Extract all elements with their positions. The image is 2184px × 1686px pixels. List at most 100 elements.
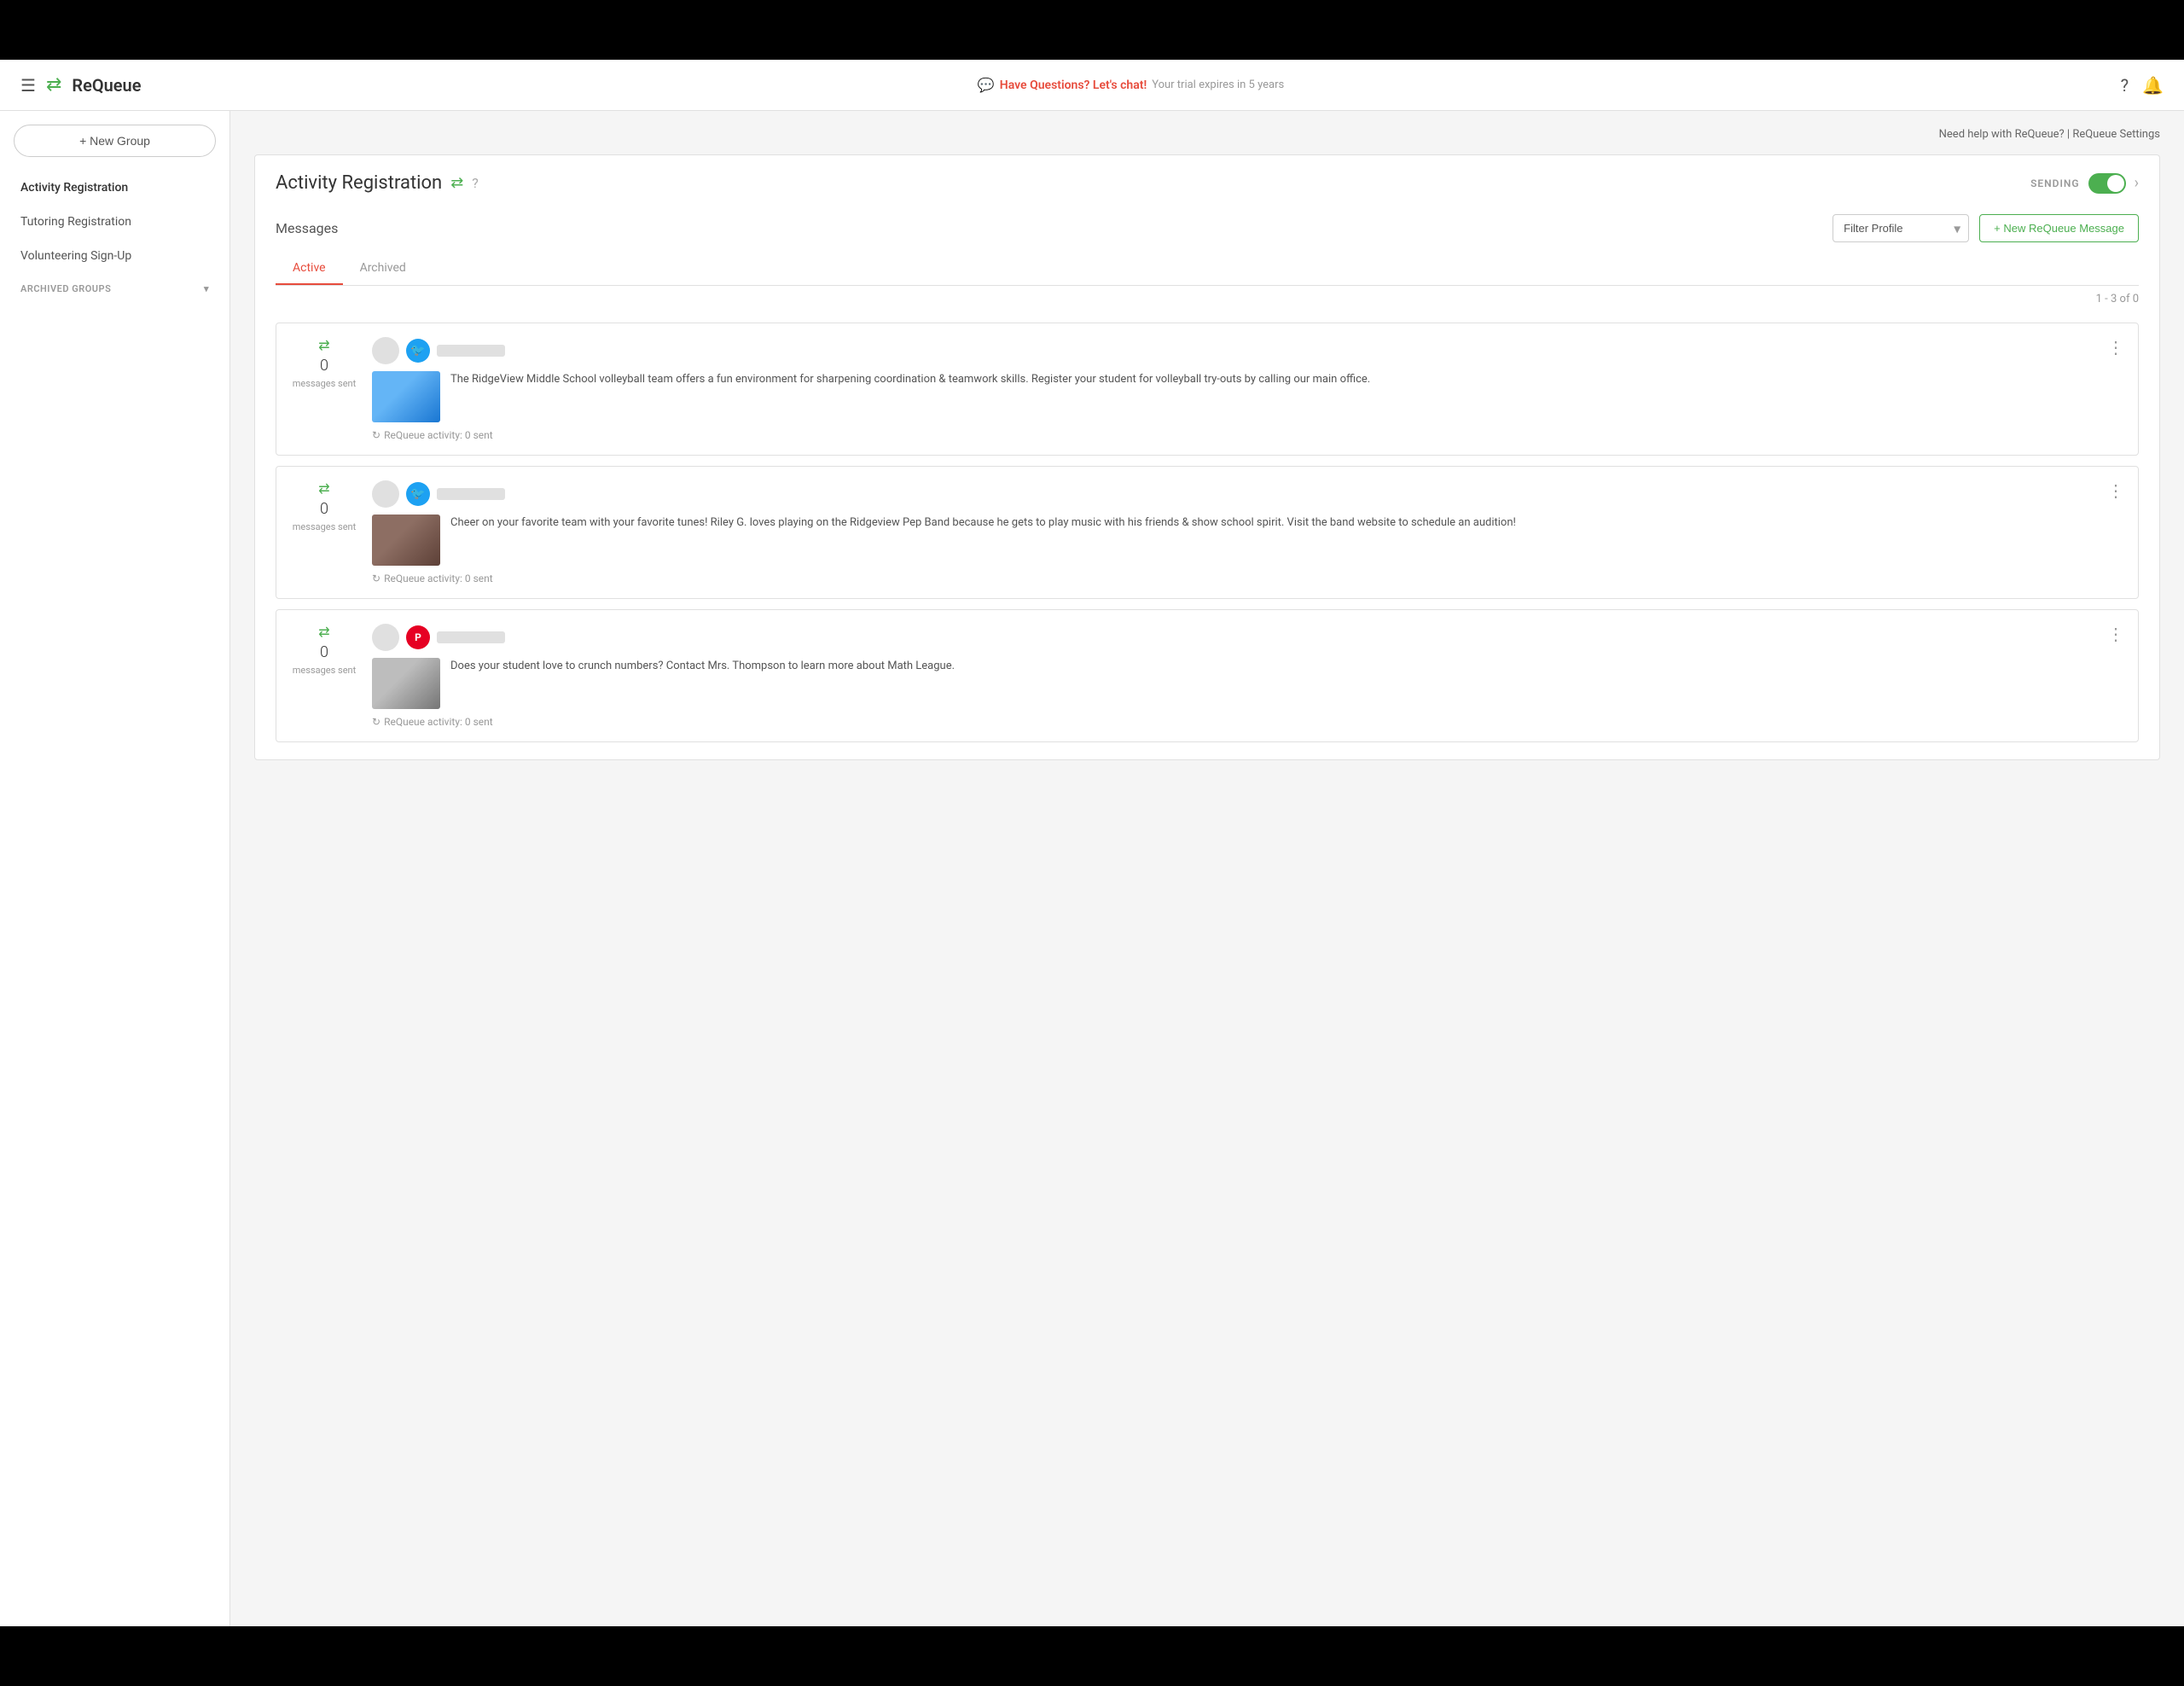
avatar-1 bbox=[372, 337, 399, 364]
message-text-3: Does your student love to crunch numbers… bbox=[450, 658, 955, 709]
top-links: Need help with ReQueue? | ReQueue Settin… bbox=[254, 128, 2160, 141]
requeue-activity-text-3: ReQueue activity: 0 sent bbox=[384, 716, 493, 728]
message-left-3: ⇄ 0 messages sent bbox=[290, 624, 358, 676]
twitter-badge-1: 🐦 bbox=[406, 339, 430, 363]
message-body-3: P Does your student love to crunch numbe… bbox=[372, 624, 2124, 728]
requeue-activity-2: ↻ ReQueue activity: 0 sent bbox=[372, 573, 2124, 584]
shuffle-icon[interactable]: ⇄ bbox=[450, 174, 463, 192]
sidebar-item-activity-registration[interactable]: Activity Registration bbox=[0, 171, 229, 205]
hamburger-icon[interactable]: ☰ bbox=[20, 75, 36, 96]
group-chevron-right[interactable]: › bbox=[2135, 174, 2139, 192]
sidebar-item-tutoring-registration[interactable]: Tutoring Registration bbox=[0, 205, 229, 239]
handle-2 bbox=[437, 488, 505, 500]
requeue-icon-2: ↻ bbox=[372, 573, 380, 584]
shuffle-icon-2: ⇄ bbox=[318, 480, 329, 497]
logo-icon: ⇄ bbox=[46, 74, 61, 96]
requeue-activity-text-2: ReQueue activity: 0 sent bbox=[384, 573, 493, 584]
requeue-activity-1: ↻ ReQueue activity: 0 sent bbox=[372, 429, 2124, 441]
sending-toggle[interactable] bbox=[2088, 173, 2126, 194]
message-text-2: Cheer on your favorite team with your fa… bbox=[450, 515, 1516, 566]
msg-count-2: 0 bbox=[320, 500, 328, 518]
sending-area: SENDING › bbox=[2030, 173, 2139, 194]
avatar-2 bbox=[372, 480, 399, 508]
twitter-badge-2: 🐦 bbox=[406, 482, 430, 506]
message-content-3: Does your student love to crunch numbers… bbox=[372, 658, 2124, 709]
main-content: Need help with ReQueue? | ReQueue Settin… bbox=[230, 111, 2184, 1626]
new-group-button[interactable]: + New Group bbox=[14, 125, 216, 157]
message-item-2: ⇄ 0 messages sent 🐦 Cheer on your favori… bbox=[276, 466, 2139, 599]
shuffle-icon-3: ⇄ bbox=[318, 624, 329, 640]
sending-label: SENDING bbox=[2030, 177, 2080, 189]
message-left-1: ⇄ 0 messages sent bbox=[290, 337, 358, 389]
requeue-icon-1: ↻ bbox=[372, 429, 380, 441]
msg-sent-label-3: messages sent bbox=[293, 665, 356, 676]
chat-link[interactable]: Have Questions? Let's chat! bbox=[1000, 78, 1147, 92]
shuffle-icon-1: ⇄ bbox=[318, 337, 329, 353]
filter-wrapper: Filter Profile bbox=[1833, 214, 1969, 242]
tab-archived[interactable]: Archived bbox=[343, 253, 423, 285]
archived-groups-label: ARCHIVED GROUPS bbox=[20, 283, 111, 294]
message-body-1: 🐦 The RidgeView Middle School volleyball… bbox=[372, 337, 2124, 441]
app-title: ReQueue bbox=[72, 75, 141, 96]
more-button-1[interactable]: ⋮ bbox=[2104, 334, 2128, 362]
settings-link[interactable]: ReQueue Settings bbox=[2072, 128, 2160, 141]
messages-title: Messages bbox=[276, 220, 338, 236]
archived-groups-chevron: ▾ bbox=[204, 283, 209, 294]
header-center: 💬 Have Questions? Let's chat! Your trial… bbox=[141, 77, 2120, 93]
msg-count-1: 0 bbox=[320, 357, 328, 375]
chat-bubble-icon: 💬 bbox=[978, 77, 995, 93]
message-content-1: The RidgeView Middle School volleyball t… bbox=[372, 371, 2124, 422]
header-left: ☰ ⇄ ReQueue bbox=[20, 74, 141, 96]
messages-actions: Filter Profile + New ReQueue Message bbox=[1833, 214, 2139, 242]
filter-profile-select[interactable]: Filter Profile bbox=[1833, 214, 1969, 242]
more-button-3[interactable]: ⋮ bbox=[2104, 620, 2128, 648]
msg-sent-label-1: messages sent bbox=[293, 378, 356, 389]
main-header: ☰ ⇄ ReQueue 💬 Have Questions? Let's chat… bbox=[0, 60, 2184, 111]
handle-3 bbox=[437, 631, 505, 643]
avatar-3 bbox=[372, 624, 399, 651]
thumbnail-3 bbox=[372, 658, 440, 709]
pinterest-badge-3: P bbox=[406, 625, 430, 649]
message-left-2: ⇄ 0 messages sent bbox=[290, 480, 358, 532]
message-content-2: Cheer on your favorite team with your fa… bbox=[372, 515, 2124, 566]
more-button-2[interactable]: ⋮ bbox=[2104, 477, 2128, 505]
message-body-2: 🐦 Cheer on your favorite team with your … bbox=[372, 480, 2124, 584]
messages-section: Messages Filter Profile + New ReQueue Me… bbox=[276, 214, 2139, 742]
group-card: Activity Registration ⇄ ? SENDING › Mess… bbox=[254, 154, 2160, 760]
requeue-activity-text-1: ReQueue activity: 0 sent bbox=[384, 429, 493, 441]
message-text-1: The RidgeView Middle School volleyball t… bbox=[450, 371, 1370, 422]
group-title-area: Activity Registration ⇄ ? bbox=[276, 172, 479, 194]
help-icon[interactable]: ? bbox=[2121, 75, 2129, 96]
pagination-info: 1 - 3 of 0 bbox=[276, 286, 2139, 312]
thumbnail-1 bbox=[372, 371, 440, 422]
trial-text: Your trial expires in 5 years bbox=[1152, 78, 1284, 91]
group-help-icon[interactable]: ? bbox=[472, 175, 479, 191]
msg-sent-label-2: messages sent bbox=[293, 521, 356, 532]
msg-count-3: 0 bbox=[320, 643, 328, 661]
bottom-bar bbox=[0, 1626, 2184, 1686]
sidebar-item-volunteering-signup[interactable]: Volunteering Sign-Up bbox=[0, 239, 229, 273]
header-right: ? 🔔 bbox=[2121, 75, 2164, 96]
archived-groups[interactable]: ARCHIVED GROUPS ▾ bbox=[0, 273, 229, 305]
tab-active[interactable]: Active bbox=[276, 253, 343, 285]
top-bar bbox=[0, 0, 2184, 60]
message-item: ⇄ 0 messages sent 🐦 The RidgeView Middle bbox=[276, 323, 2139, 456]
new-message-button[interactable]: + New ReQueue Message bbox=[1979, 214, 2139, 242]
sidebar-nav: Activity Registration Tutoring Registrat… bbox=[0, 171, 229, 273]
tabs: Active Archived bbox=[276, 253, 2139, 286]
sidebar: + New Group Activity Registration Tutori… bbox=[0, 111, 230, 1626]
bell-icon[interactable]: 🔔 bbox=[2142, 75, 2164, 96]
thumbnail-2 bbox=[372, 515, 440, 566]
message-meta-2: 🐦 bbox=[372, 480, 2124, 508]
app-layout: + New Group Activity Registration Tutori… bbox=[0, 111, 2184, 1626]
messages-header: Messages Filter Profile + New ReQueue Me… bbox=[276, 214, 2139, 242]
message-meta-3: P bbox=[372, 624, 2124, 651]
help-link[interactable]: Need help with ReQueue? bbox=[1939, 128, 2065, 141]
handle-1 bbox=[437, 345, 505, 357]
group-header: Activity Registration ⇄ ? SENDING › bbox=[276, 172, 2139, 194]
requeue-icon-3: ↻ bbox=[372, 716, 380, 728]
requeue-activity-3: ↻ ReQueue activity: 0 sent bbox=[372, 716, 2124, 728]
group-title: Activity Registration bbox=[276, 172, 442, 194]
message-meta-1: 🐦 bbox=[372, 337, 2124, 364]
message-item-3: ⇄ 0 messages sent P Does your student lo… bbox=[276, 609, 2139, 742]
